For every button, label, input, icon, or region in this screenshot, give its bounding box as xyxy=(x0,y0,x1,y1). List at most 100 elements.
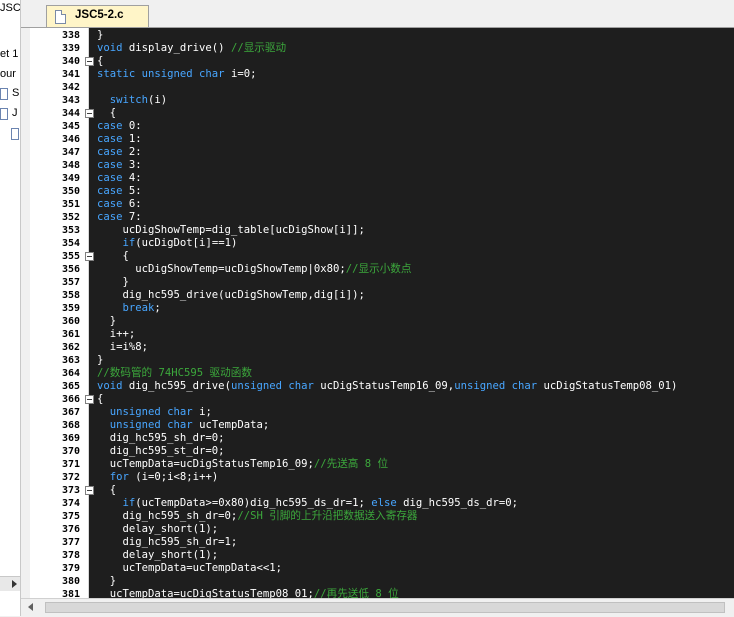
project-item-label[interactable]: et 1 xyxy=(0,48,18,60)
code-line[interactable]: 358 dig_hc595_drive(ucDigShowTemp,dig[i]… xyxy=(21,289,734,302)
code-token: ucTempData=ucDigStatusTemp08_01; xyxy=(97,588,314,598)
code-token: i++; xyxy=(97,328,136,340)
scrollbar-thumb[interactable] xyxy=(45,602,725,613)
code-line[interactable]: 356 ucDigShowTemp=ucDigShowTemp|0x80;//显… xyxy=(21,263,734,276)
code-line[interactable]: 357 } xyxy=(21,276,734,289)
code-line[interactable]: 366 { xyxy=(21,393,734,406)
file-icon xyxy=(0,88,8,100)
project-item-label[interactable]: S xyxy=(12,87,19,99)
code-line[interactable]: 363} xyxy=(21,354,734,367)
code-line[interactable]: 348 case 3: xyxy=(21,159,734,172)
code-text: case 2: xyxy=(97,146,142,159)
fold-collapse-icon[interactable] xyxy=(85,109,94,118)
code-line[interactable]: 360 } xyxy=(21,315,734,328)
scroll-right-arrow-icon[interactable] xyxy=(12,580,17,588)
panel-hscrollbar[interactable] xyxy=(0,576,20,591)
code-line[interactable]: 370 dig_hc595_st_dr=0; xyxy=(21,445,734,458)
code-token: (i) xyxy=(148,94,168,106)
fold-collapse-icon[interactable] xyxy=(85,395,94,404)
code-line[interactable]: 350 case 5: xyxy=(21,185,734,198)
keyword-token: case xyxy=(97,198,123,210)
keyword-token: case xyxy=(97,211,123,223)
editor-hscrollbar[interactable] xyxy=(21,598,734,617)
code-token: { xyxy=(97,250,129,262)
project-item-label[interactable]: our xyxy=(0,68,16,80)
code-text: dig_hc595_sh_dr=0;//SH 引脚的上升沿把数据送入寄存器 xyxy=(97,510,418,523)
code-line[interactable]: 349 case 4: xyxy=(21,172,734,185)
keyword-token: void xyxy=(97,380,123,392)
code-text: dig_hc595_sh_dr=1; xyxy=(97,536,238,549)
code-line[interactable]: 369 dig_hc595_sh_dr=0; xyxy=(21,432,734,445)
code-line[interactable]: 365 void dig_hc595_drive(unsigned char uc… xyxy=(21,380,734,393)
line-number: 357 xyxy=(61,277,80,288)
code-line[interactable]: 344 { xyxy=(21,107,734,120)
line-number: 350 xyxy=(61,186,80,197)
code-token: } xyxy=(97,315,117,327)
code-line[interactable]: 372 for (i=0;i<8;i++) xyxy=(21,471,734,484)
code-line[interactable]: 355 { xyxy=(21,250,734,263)
code-text: } xyxy=(97,315,116,328)
line-number: 363 xyxy=(61,355,80,366)
code-line[interactable]: 374 if(ucTempData>=0x80)dig_hc595_ds_dr=… xyxy=(21,497,734,510)
code-line[interactable]: 364 //数码管的 74HC595 驱动函数 xyxy=(21,367,734,380)
keyword-token: case xyxy=(97,146,123,158)
fold-collapse-icon[interactable] xyxy=(85,486,94,495)
code-line[interactable]: 368 unsigned char ucTempData; xyxy=(21,419,734,432)
fold-collapse-icon[interactable] xyxy=(85,57,94,66)
project-item-label[interactable]: JSC5 xyxy=(0,2,20,14)
line-number: 367 xyxy=(61,407,80,418)
code-line[interactable]: 373 { xyxy=(21,484,734,497)
code-token: ucDigShowTemp=dig_table[ucDigShow[i]]; xyxy=(97,224,365,236)
tab-jsc5-2-c[interactable]: JSC5-2.c xyxy=(46,5,149,27)
code-line[interactable]: 341 static unsigned char i=0; xyxy=(21,68,734,81)
code-token: 1: xyxy=(122,133,142,145)
code-line[interactable]: 361 i++; xyxy=(21,328,734,341)
code-line[interactable]: 347 case 2: xyxy=(21,146,734,159)
project-item-label[interactable]: J xyxy=(12,107,18,119)
code-editor[interactable]: 338} 339 void display_drive() //显示驱动 340{34… xyxy=(21,28,734,598)
line-number: 376 xyxy=(61,524,80,535)
code-line[interactable]: 343 switch(i) xyxy=(21,94,734,107)
line-number: 356 xyxy=(61,264,80,275)
line-number: 338 xyxy=(61,30,80,41)
line-number: 349 xyxy=(61,173,80,184)
comment-token: //SH 引脚的上升沿把数据送入寄存器 xyxy=(237,510,418,522)
code-line[interactable]: 353 ucDigShowTemp=dig_table[ucDigShow[i]… xyxy=(21,224,734,237)
code-line[interactable]: 354 if(ucDigDot[i]==1) xyxy=(21,237,734,250)
code-line[interactable]: 342 xyxy=(21,81,734,94)
code-line[interactable]: 380 } xyxy=(21,575,734,588)
code-line[interactable]: 345 case 0: xyxy=(21,120,734,133)
code-token: ucTempData=ucTempData<<1; xyxy=(97,562,282,574)
code-token: dig_hc595_drive(ucDigShowTemp,dig[i]); xyxy=(97,289,365,301)
fold-collapse-icon[interactable] xyxy=(85,252,94,261)
line-number: 347 xyxy=(61,147,80,158)
code-line[interactable]: 367 unsigned char i; xyxy=(21,406,734,419)
code-line[interactable]: 381 ucTempData=ucDigStatusTemp08_01;//再先… xyxy=(21,588,734,598)
code-text: } xyxy=(97,29,103,42)
code-line[interactable]: 377 dig_hc595_sh_dr=1; xyxy=(21,536,734,549)
code-line[interactable]: 371 ucTempData=ucDigStatusTemp16_09;//先送… xyxy=(21,458,734,471)
code-line[interactable]: 379 ucTempData=ucTempData<<1; xyxy=(21,562,734,575)
code-line[interactable]: 362 i=i%8; xyxy=(21,341,734,354)
code-token: dig_hc595_sh_dr=1; xyxy=(97,536,238,548)
code-line[interactable]: 338} xyxy=(21,29,734,42)
code-line[interactable]: 346 case 1: xyxy=(21,133,734,146)
code-line[interactable]: 351 case 6: xyxy=(21,198,734,211)
code-line[interactable]: 359 break; xyxy=(21,302,734,315)
code-line[interactable]: 352 case 7: xyxy=(21,211,734,224)
code-line[interactable]: 340 { xyxy=(21,55,734,68)
code-line[interactable]: 339 void display_drive() //显示驱动 xyxy=(21,42,734,55)
code-line[interactable]: 376 delay_short(1); xyxy=(21,523,734,536)
scroll-left-arrow-icon[interactable] xyxy=(26,602,36,612)
line-number: 365 xyxy=(61,381,80,392)
code-line[interactable]: 378 delay_short(1); xyxy=(21,549,734,562)
code-line[interactable]: 375 dig_hc595_sh_dr=0;//SH 引脚的上升沿把数据送入寄存… xyxy=(21,510,734,523)
code-text: case 1: xyxy=(97,133,142,146)
code-token: i=0; xyxy=(224,68,257,80)
line-number: 360 xyxy=(61,316,80,327)
line-number: 368 xyxy=(61,420,80,431)
